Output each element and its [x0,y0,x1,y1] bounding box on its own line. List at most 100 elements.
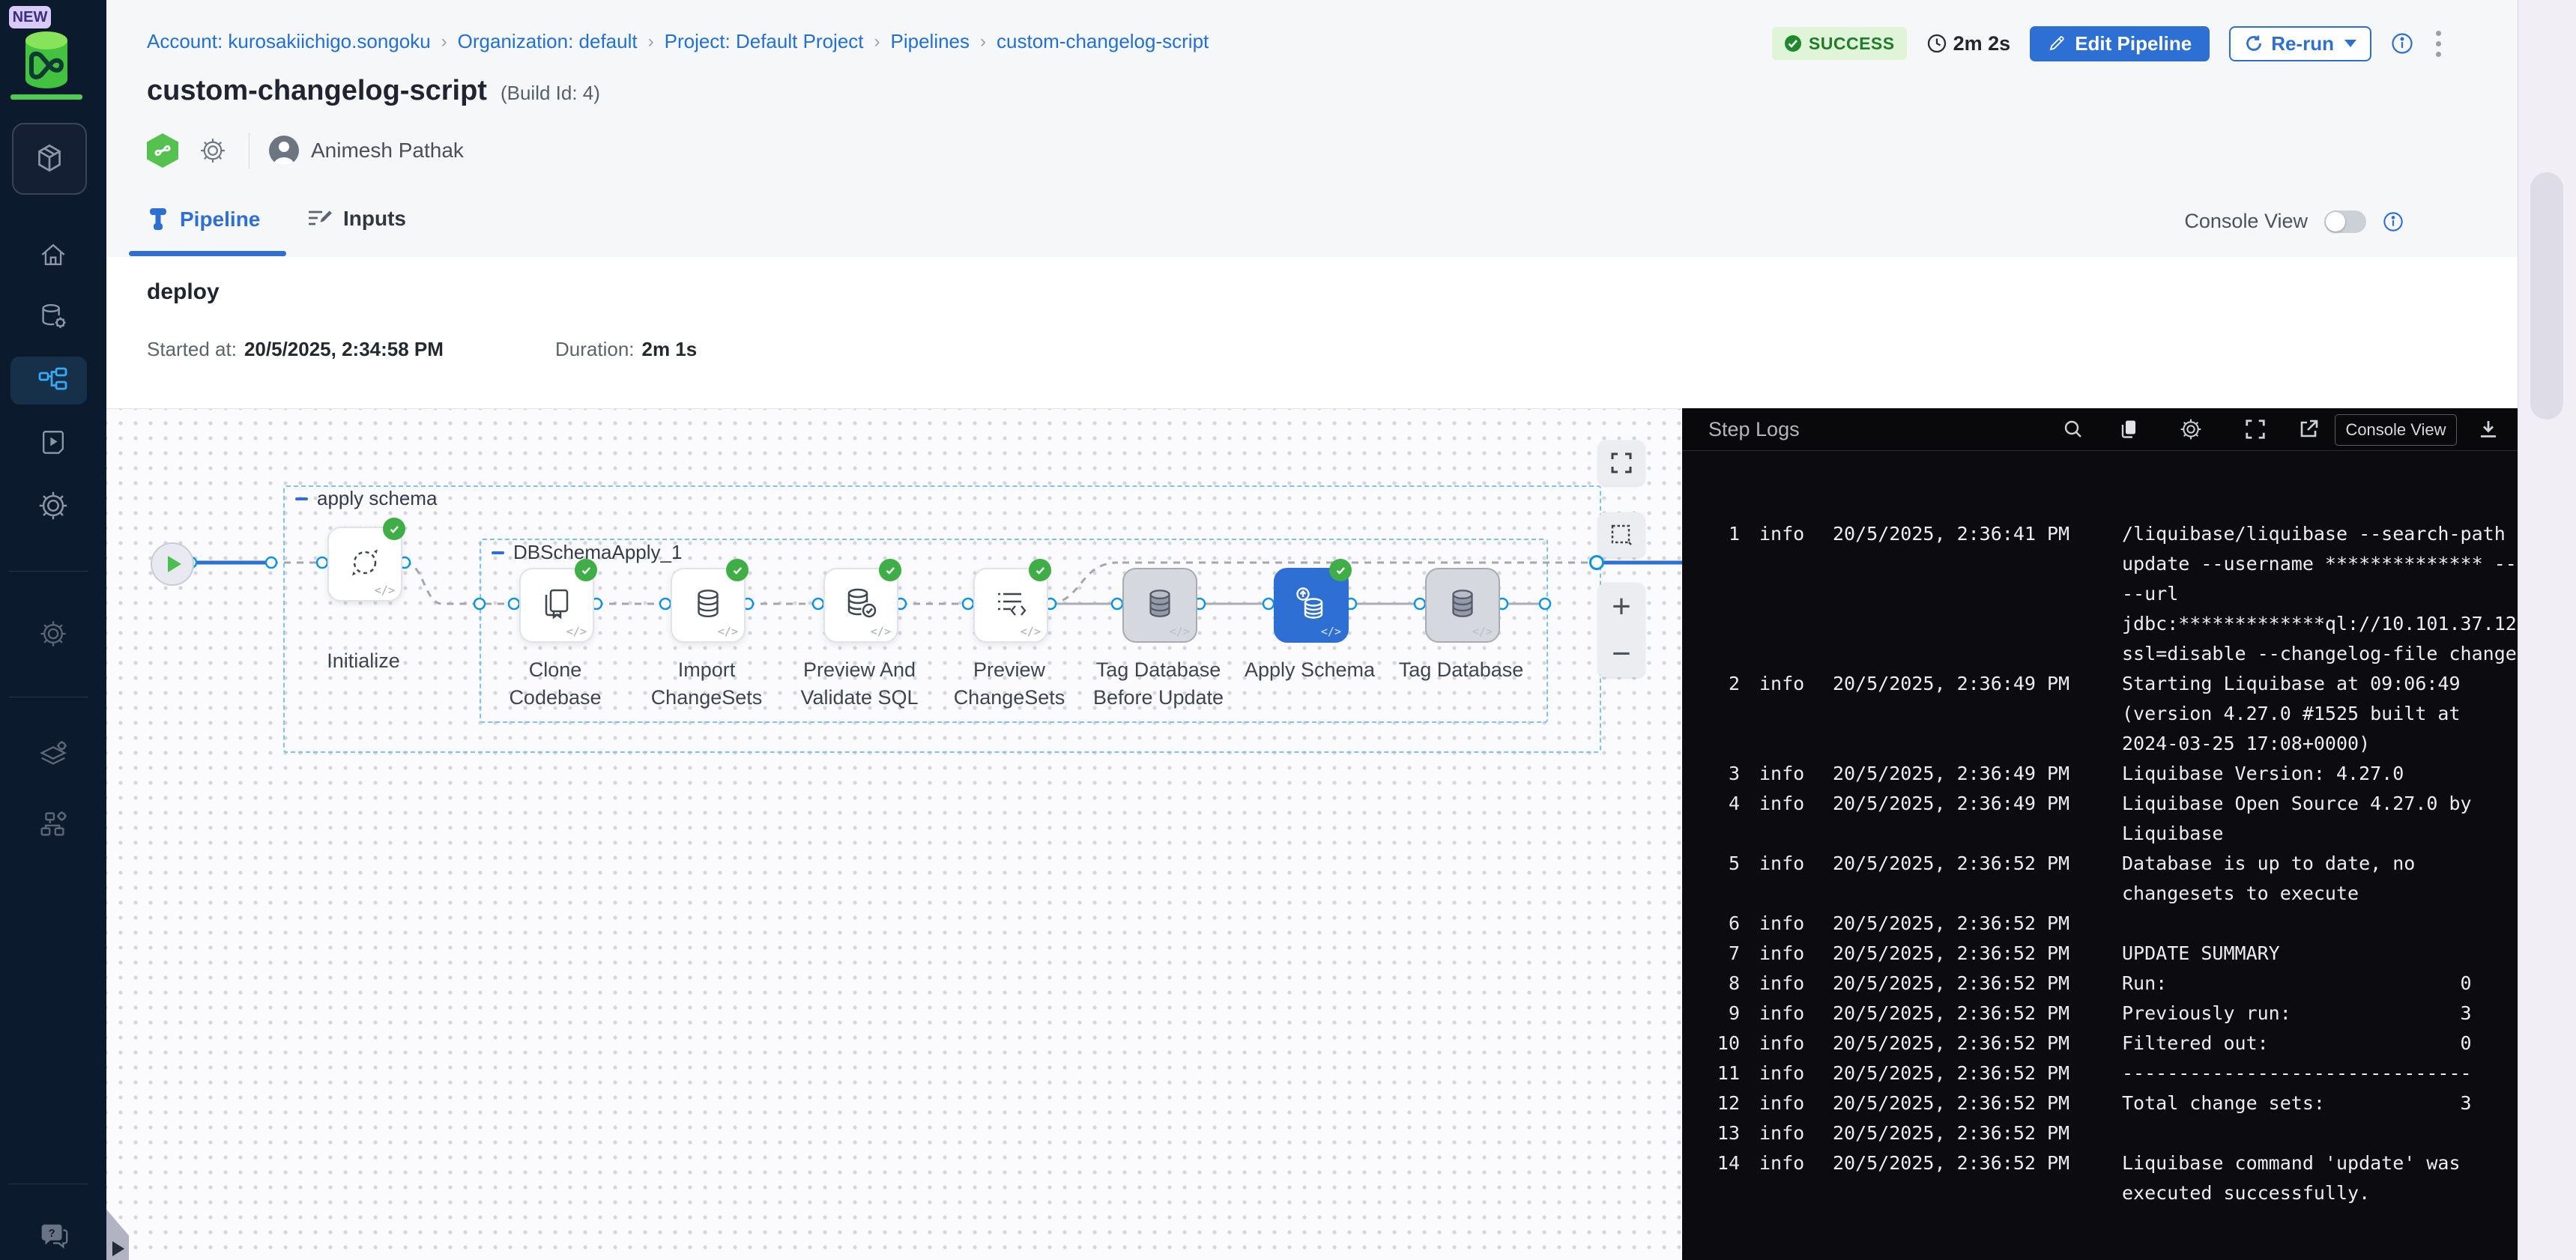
title-row: custom-changelog-script (Build Id: 4) [147,75,600,107]
db-check-icon [843,586,879,626]
layers-gear-icon [36,737,70,772]
breadcrumb-item[interactable]: Organization: default [458,30,638,53]
log-line: 10 info 20/5/2025, 2:36:52 PM Filtered o… [1682,1029,2518,1058]
expand-arrow-icon [112,1241,124,1256]
sidebar-item-help[interactable]: ? [0,1218,106,1254]
breadcrumb-item[interactable]: Pipelines [891,30,970,53]
pipeline-step-tag-database[interactable]: </> [1425,568,1500,643]
info-icon[interactable] [2391,32,2413,55]
log-line: 5 info 20/5/2025, 2:36:52 PM Database is… [1682,849,2518,909]
breadcrumb-separator: › [441,31,447,52]
zoom-in-button[interactable]: + [1612,583,1631,630]
console-view-toggle[interactable] [2324,210,2366,233]
log-level: info [1759,1148,1806,1178]
header-controls: SUCCESS 2m 2s Edit Pipeline Re-run [1772,25,2444,61]
code-glyph: </> [1321,625,1341,638]
log-line: 1 info 20/5/2025, 2:36:41 PM /liquibase/… [1682,519,2518,669]
log-download-icon[interactable] [2476,417,2500,441]
sidebar-item-home[interactable] [0,237,106,273]
fullscreen-icon [1609,451,1633,475]
log-line-number: 10 [1682,1029,1740,1058]
console-view-button[interactable]: Console View [2335,414,2457,446]
started-label: Started at: [147,338,237,360]
log-open-external-icon[interactable] [2297,417,2320,441]
edit-pipeline-button[interactable]: Edit Pipeline [2030,26,2210,61]
log-search-icon[interactable] [2061,417,2085,441]
canvas-fullscreen-button[interactable] [1598,440,1645,485]
executions-play-icon [37,425,70,458]
log-message: Filtered out: 0 [2122,1029,2472,1058]
collapse-group-icon[interactable] [492,551,504,554]
log-line: 13 info 20/5/2025, 2:36:52 PM [1682,1118,2518,1148]
sidebar-divider [9,571,88,572]
log-level: info [1759,519,1806,549]
log-timestamp: 20/5/2025, 2:36:41 PM [1833,519,2074,549]
sidebar-item-project-settings[interactable] [0,616,106,652]
home-icon [37,238,70,271]
log-message: Liquibase Version: 4.27.0 [2122,759,2404,789]
log-line-number: 9 [1682,999,1740,1029]
log-message: /liquibase/liquibase --search-path db up… [2122,519,2518,669]
success-check-badge [1029,559,1051,581]
page-scrollbar-thumb[interactable] [2530,172,2563,420]
zoom-out-button[interactable]: − [1612,630,1631,677]
new-badge: NEW [9,6,51,28]
more-options-kebab-icon[interactable] [2433,28,2444,60]
log-line: 2 info 20/5/2025, 2:36:49 PM Starting Li… [1682,669,2518,759]
log-line-number: 11 [1682,1058,1740,1088]
duration-value: 2m 1s [642,338,698,360]
log-timestamp: 20/5/2025, 2:36:52 PM [1833,1088,2074,1118]
code-glyph: </> [375,584,395,597]
product-logo-icon[interactable] [19,30,73,91]
sidebar-item-module[interactable] [12,123,87,195]
duration-label: Duration: [555,338,635,360]
tab-pipeline[interactable]: Pipeline [147,207,260,232]
log-line: 8 info 20/5/2025, 2:36:52 PM Run: 0 [1682,969,2518,999]
console-view-row: Console View [2184,210,2404,233]
clock-icon [1926,33,1947,54]
log-timestamp: 20/5/2025, 2:36:52 PM [1833,969,2074,999]
app-root: NEW [0,0,2576,1260]
sidebar-item-databases[interactable] [0,299,106,335]
log-fullscreen-icon[interactable] [2243,417,2267,441]
pipeline-tab-icon [147,207,169,232]
clone-icon [539,586,575,626]
log-settings-gear-icon[interactable] [2179,417,2203,441]
log-level: info [1759,669,1806,699]
collapse-group-icon[interactable] [295,497,308,500]
sidebar-item-environments[interactable] [0,736,106,772]
pipeline-canvas[interactable]: apply schemaDBSchemaApply_1 </>Initializ… [106,408,1682,1260]
info-icon[interactable] [2383,211,2404,232]
tab-inputs[interactable]: Inputs [307,207,406,231]
sidebar-item-settings[interactable] [0,488,106,524]
log-line: 6 info 20/5/2025, 2:36:52 PM [1682,909,2518,939]
pipeline-step-tag-database-before-update[interactable]: </> [1122,568,1197,643]
log-timestamp: 20/5/2025, 2:36:49 PM [1833,789,2074,819]
code-glyph: </> [1170,625,1190,638]
breadcrumb-item[interactable]: Project: Default Project [665,30,864,53]
step-logs-header: Step Logs Console View [1682,408,2576,451]
refresh-icon [2244,34,2264,53]
group-label: apply schema [317,487,437,510]
status-badge: SUCCESS [1772,27,1907,60]
log-timestamp: 20/5/2025, 2:36:52 PM [1833,999,2074,1029]
group-label: DBSchemaApply_1 [513,541,682,564]
log-copy-icon[interactable] [2117,417,2141,441]
rerun-button[interactable]: Re-run [2229,26,2371,61]
log-message: Liquibase Open Source 4.27.0 by Liquibas… [2122,789,2472,849]
tab-bar: Pipeline Inputs Console View [106,189,2576,258]
breadcrumb-item[interactable]: Account: kurosakiichigo.songoku [147,30,431,53]
success-check-badge [575,559,597,581]
step-logs-title: Step Logs [1708,418,1800,441]
log-timestamp: 20/5/2025, 2:36:52 PM [1833,1148,2074,1178]
sidebar-item-infrastructure[interactable] [0,806,106,842]
sidebar-item-executions[interactable] [0,424,106,460]
breadcrumb-item[interactable]: custom-changelog-script [997,30,1209,53]
sidebar-item-pipelines[interactable] [0,363,106,399]
db-up-icon [1293,586,1329,626]
canvas-select-button[interactable] [1598,512,1645,557]
page-scrollbar[interactable] [2518,0,2576,1260]
log-level: info [1759,849,1806,879]
log-level: info [1759,1058,1806,1088]
pipeline-settings-gear-icon[interactable] [198,136,228,166]
